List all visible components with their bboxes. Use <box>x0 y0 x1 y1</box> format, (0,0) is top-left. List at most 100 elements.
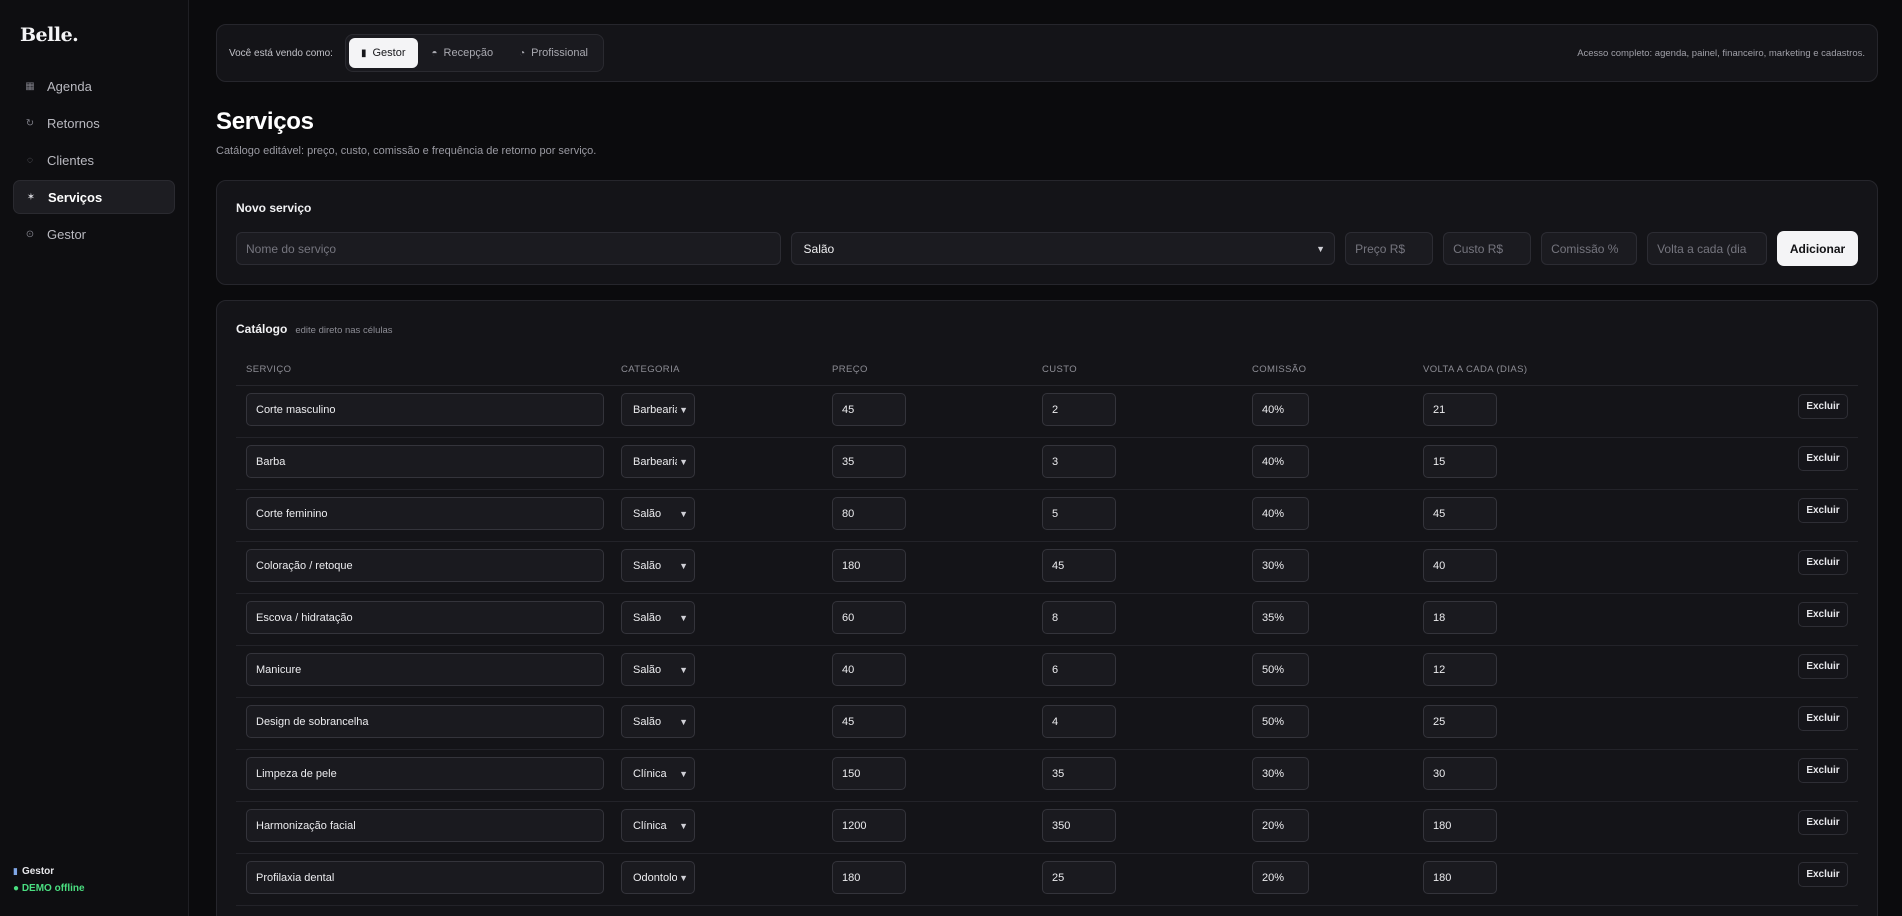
commission-cell[interactable]: 40% <box>1252 393 1309 426</box>
role-gestor-button[interactable]: ▮ Gestor <box>348 38 418 68</box>
category-cell-select[interactable]: Clínica ▼ <box>621 757 695 790</box>
category-cell-select[interactable]: Salão ▼ <box>621 705 695 738</box>
service-name-cell[interactable]: Escova / hidratação <box>246 601 604 634</box>
price-cell[interactable]: 60 <box>832 601 906 634</box>
return-days-cell[interactable]: 30 <box>1423 757 1497 790</box>
commission-cell[interactable]: 30% <box>1252 549 1309 582</box>
category-select[interactable]: Salão ▼ <box>790 232 1336 265</box>
cost-cell[interactable]: 45 <box>1042 549 1116 582</box>
category-cell-select[interactable]: Salão ▼ <box>621 497 695 530</box>
cost-value: 4 <box>1052 715 1059 728</box>
return-days-cell[interactable]: 25 <box>1423 705 1497 738</box>
return-days-cell[interactable]: 15 <box>1423 445 1497 478</box>
return-days-value: 21 <box>1433 403 1446 416</box>
price-cell[interactable]: 80 <box>832 497 906 530</box>
delete-service-button[interactable]: Excluir <box>1798 602 1848 627</box>
return-days-value: 45 <box>1433 507 1446 520</box>
service-name-cell[interactable]: Design de sobrancelha <box>246 705 604 738</box>
return-days-cell[interactable]: 40 <box>1423 549 1497 582</box>
sidebar-item-agenda[interactable]: ▦ Agenda <box>13 69 175 103</box>
service-name-cell[interactable]: Corte masculino <box>246 393 604 426</box>
commission-value: 20% <box>1262 819 1285 832</box>
price-input[interactable] <box>1345 232 1434 265</box>
user-icon: ◌ <box>27 154 33 166</box>
chevron-down-icon: ▼ <box>679 872 688 883</box>
delete-service-button[interactable]: Excluir <box>1798 498 1848 523</box>
cost-cell[interactable]: 5 <box>1042 497 1116 530</box>
sidebar-item-gestor[interactable]: ⊙ Gestor <box>13 217 175 251</box>
commission-cell[interactable]: 20% <box>1252 809 1309 842</box>
return-days-cell[interactable]: 12 <box>1423 653 1497 686</box>
commission-cell[interactable]: 20% <box>1252 861 1309 894</box>
price-cell[interactable]: 180 <box>832 549 906 582</box>
category-value: Salão <box>633 507 662 520</box>
commission-cell[interactable]: 30% <box>1252 757 1309 790</box>
sidebar-item-servicos[interactable]: ✶ Serviços <box>13 180 175 214</box>
stylist-icon: ◔ <box>519 47 526 59</box>
cost-input[interactable] <box>1443 232 1532 265</box>
add-service-button[interactable]: Adicionar <box>1777 231 1858 266</box>
price-cell[interactable]: 1200 <box>832 809 906 842</box>
delete-service-button[interactable]: Excluir <box>1798 654 1848 679</box>
delete-service-button[interactable]: Excluir <box>1798 706 1848 731</box>
service-name-input[interactable] <box>236 232 781 265</box>
service-name-cell[interactable]: Corte feminino <box>246 497 604 530</box>
service-name-cell[interactable]: Limpeza de pele <box>246 757 604 790</box>
delete-service-button[interactable]: Excluir <box>1798 550 1848 575</box>
commission-cell[interactable]: 35% <box>1252 601 1309 634</box>
table-row: Barba Barbearia ▼ 35 3 40% 15 Excluir <box>236 438 1858 490</box>
table-row: Corte feminino Salão ▼ 80 5 40% 45 Excluir <box>236 490 1858 542</box>
delete-service-button[interactable]: Excluir <box>1798 446 1848 471</box>
price-cell[interactable]: 150 <box>832 757 906 790</box>
price-cell[interactable]: 35 <box>832 445 906 478</box>
sidebar-item-clientes[interactable]: ◌ Clientes <box>13 143 175 177</box>
cost-cell[interactable]: 6 <box>1042 653 1116 686</box>
cost-cell[interactable]: 25 <box>1042 861 1116 894</box>
category-cell-select[interactable]: Clínica ▼ <box>621 809 695 842</box>
return-days-input[interactable] <box>1647 232 1768 265</box>
category-cell-select[interactable]: Barbearia ▼ <box>621 393 695 426</box>
cost-cell[interactable]: 2 <box>1042 393 1116 426</box>
sparkle-icon: ✶ <box>26 191 36 203</box>
return-days-cell[interactable]: 18 <box>1423 601 1497 634</box>
brand-logo: Belle. <box>20 24 79 46</box>
commission-cell[interactable]: 40% <box>1252 497 1309 530</box>
return-days-cell[interactable]: 180 <box>1423 809 1497 842</box>
commission-cell[interactable]: 50% <box>1252 705 1309 738</box>
price-cell[interactable]: 45 <box>832 705 906 738</box>
delete-service-button[interactable]: Excluir <box>1798 758 1848 783</box>
category-cell-select[interactable]: Salão ▼ <box>621 601 695 634</box>
cost-cell[interactable]: 35 <box>1042 757 1116 790</box>
delete-service-button[interactable]: Excluir <box>1798 810 1848 835</box>
role-profissional-button[interactable]: ◔ Profissional <box>507 38 600 68</box>
return-days-cell[interactable]: 180 <box>1423 861 1497 894</box>
return-days-cell[interactable]: 21 <box>1423 393 1497 426</box>
service-name-cell[interactable]: Harmonização facial <box>246 809 604 842</box>
cost-cell[interactable]: 3 <box>1042 445 1116 478</box>
cost-cell[interactable]: 4 <box>1042 705 1116 738</box>
category-select-value: Salão <box>803 241 835 256</box>
price-cell[interactable]: 40 <box>832 653 906 686</box>
category-cell-select[interactable]: Odontologia▼ <box>621 861 695 894</box>
delete-service-button[interactable]: Excluir <box>1798 862 1848 887</box>
commission-cell[interactable]: 50% <box>1252 653 1309 686</box>
service-name-cell[interactable]: Barba <box>246 445 604 478</box>
price-cell[interactable]: 180 <box>832 861 906 894</box>
category-cell-select[interactable]: Salão ▼ <box>621 653 695 686</box>
price-cell[interactable]: 45 <box>832 393 906 426</box>
sidebar-item-retornos[interactable]: ↻ Retornos <box>13 106 175 140</box>
cost-cell[interactable]: 350 <box>1042 809 1116 842</box>
commission-input[interactable] <box>1541 232 1638 265</box>
service-name-cell[interactable]: Profilaxia dental <box>246 861 604 894</box>
delete-service-button[interactable]: Excluir <box>1798 394 1848 419</box>
service-name-cell[interactable]: Coloração / retoque <box>246 549 604 582</box>
table-row: Harmonização facial Clínica ▼ 1200 350 20% 180… <box>236 802 1858 854</box>
category-cell-select[interactable]: Barbearia ▼ <box>621 445 695 478</box>
chevron-down-icon: ▼ <box>679 820 688 831</box>
commission-cell[interactable]: 40% <box>1252 445 1309 478</box>
service-name-cell[interactable]: Manicure <box>246 653 604 686</box>
return-days-cell[interactable]: 45 <box>1423 497 1497 530</box>
role-recepcao-button[interactable]: ◓ Recepção <box>420 38 506 68</box>
category-cell-select[interactable]: Salão ▼ <box>621 549 695 582</box>
cost-cell[interactable]: 8 <box>1042 601 1116 634</box>
